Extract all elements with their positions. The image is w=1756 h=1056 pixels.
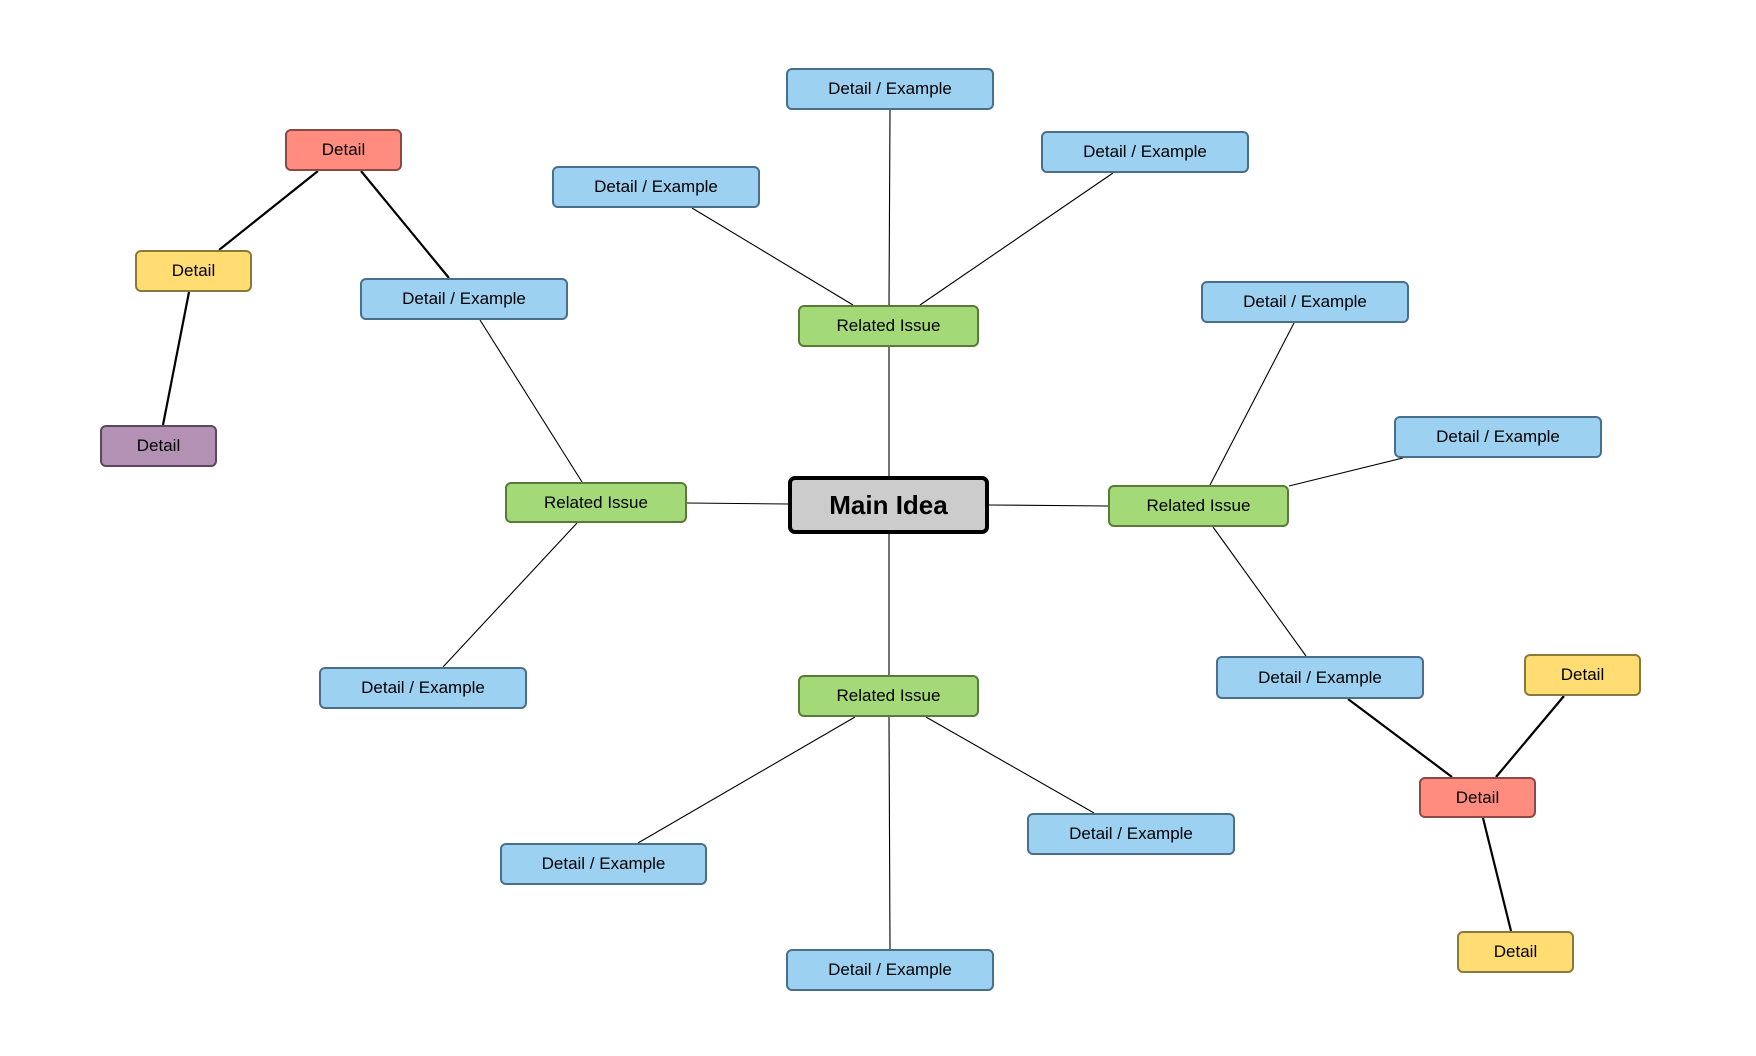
connector-ri_bottom-to-de_bottom_left (637, 716, 856, 844)
connector-de_left_upper-to-d_red_left (360, 170, 450, 279)
node-ri-right[interactable]: Related Issue (1108, 485, 1289, 527)
node-label: Related Issue (836, 686, 941, 705)
node-de-bottom-right[interactable]: Detail / Example (1027, 813, 1235, 855)
connector-ri_left-to-de_left_lower (442, 522, 578, 668)
node-d-yellow-bottom[interactable]: Detail (1457, 931, 1574, 973)
node-de-right-mid[interactable]: Detail / Example (1394, 416, 1602, 458)
node-de-bottom-left[interactable]: Detail / Example (500, 843, 707, 885)
node-de-top-left[interactable]: Detail / Example (552, 166, 760, 208)
node-label: Detail / Example (541, 854, 666, 873)
node-main[interactable]: Main Idea (788, 476, 989, 534)
node-label: Detail / Example (1083, 142, 1207, 161)
node-label: Detail (1493, 942, 1538, 961)
node-d-yellow-left[interactable]: Detail (135, 250, 252, 292)
node-de-bottom[interactable]: Detail / Example (786, 949, 994, 991)
node-label: Detail (1455, 787, 1500, 807)
node-de-left-lower[interactable]: Detail / Example (319, 667, 527, 709)
node-label: Detail / Example (1436, 427, 1560, 446)
node-label: Detail (171, 261, 216, 280)
node-d-red-left[interactable]: Detail (285, 129, 402, 171)
connector-ri_bottom-to-de_bottom (888, 716, 891, 950)
node-ri-top[interactable]: Related Issue (798, 305, 979, 347)
node-label: Related Issue (836, 316, 941, 335)
connector-ri_top-to-de_top_left (691, 207, 854, 306)
node-label: Detail / Example (361, 678, 485, 697)
connector-ri_top-to-de_top_center (888, 109, 891, 306)
node-label: Detail / Example (1258, 667, 1382, 687)
connector-de_right_low-to-d_red_right (1347, 698, 1453, 778)
connector-d_red_right-to-d_yellow_right_top (1495, 695, 1565, 778)
connector-ri_top-to-de_top_right (919, 172, 1114, 306)
node-d-purple[interactable]: Detail (100, 425, 217, 467)
node-label: Detail / Example (1243, 292, 1367, 311)
node-label: Detail (1560, 665, 1605, 684)
connector-ri_left-to-de_left_upper (479, 319, 583, 483)
node-de-right-low[interactable]: Detail / Example (1216, 656, 1424, 699)
node-de-left-upper[interactable]: Detail / Example (360, 278, 568, 320)
connector-main-to-ri_left (686, 502, 789, 505)
node-label: Related Issue (544, 492, 648, 512)
mind-map-canvas: Main Idea Related Issue Related Issue Relat… (0, 0, 1756, 1056)
node-label: Related Issue (1146, 496, 1251, 515)
node-d-yellow-right-top[interactable]: Detail (1524, 654, 1641, 696)
node-label: Detail / Example (1069, 824, 1193, 843)
connector-d_yellow_left-to-d_purple (161, 291, 191, 426)
node-de-top-right[interactable]: Detail / Example (1041, 131, 1249, 173)
node-label: Detail (136, 436, 181, 455)
connector-ri_right-to-de_right_low (1212, 526, 1307, 657)
node-ri-left[interactable]: Related Issue (505, 482, 687, 523)
connector-d_red_left-to-d_yellow_left (218, 170, 319, 251)
node-label: Detail / Example (828, 960, 952, 979)
node-label: Detail / Example (828, 79, 952, 98)
connector-main-to-ri_right (988, 504, 1109, 507)
connector-ri_right-to-de_right_top (1209, 322, 1295, 486)
connector-ri_right-to-de_right_mid (1288, 457, 1404, 487)
node-ri-bottom[interactable]: Related Issue (798, 675, 979, 717)
connector-d_red_right-to-d_yellow_bottom (1481, 817, 1513, 932)
node-de-right-top[interactable]: Detail / Example (1201, 281, 1409, 323)
node-de-top-center[interactable]: Detail / Example (786, 68, 994, 110)
connector-ri_bottom-to-de_bottom_right (925, 716, 1095, 814)
node-d-red-right[interactable]: Detail (1419, 777, 1536, 818)
node-label: Main Idea (829, 489, 948, 520)
node-label: Detail / Example (402, 289, 526, 308)
node-label: Detail (321, 140, 366, 159)
node-label: Detail / Example (594, 177, 718, 196)
